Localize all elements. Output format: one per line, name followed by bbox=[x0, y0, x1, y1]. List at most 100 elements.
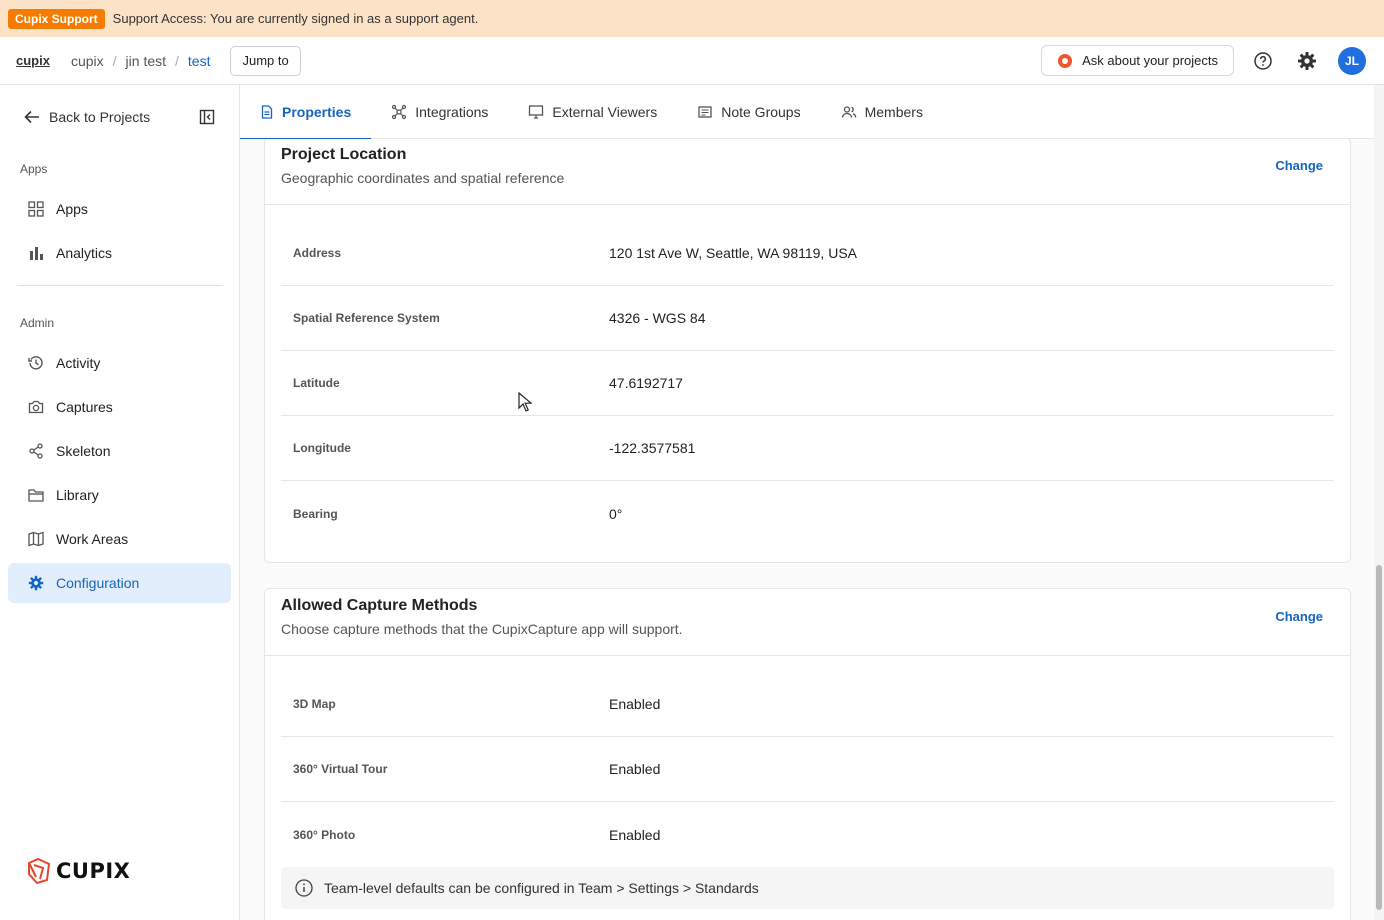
map-icon bbox=[28, 531, 44, 547]
grid-icon bbox=[28, 201, 44, 217]
property-row: Address 120 1st Ave W, Seattle, WA 98119… bbox=[281, 221, 1334, 286]
ai-assistant-icon bbox=[1058, 53, 1073, 68]
info-text: Team-level defaults can be configured in… bbox=[324, 880, 759, 896]
support-badge: Cupix Support bbox=[8, 8, 105, 29]
jump-to-button[interactable]: Jump to bbox=[230, 45, 301, 76]
folder-icon bbox=[28, 487, 44, 503]
tab-integrations[interactable]: Integrations bbox=[371, 85, 508, 139]
org-link[interactable]: cupix bbox=[16, 53, 50, 68]
sidebar-item-label: Apps bbox=[56, 201, 88, 217]
admin-section-label: Admin bbox=[20, 316, 55, 330]
notes-icon bbox=[697, 104, 713, 120]
property-value: 120 1st Ave W, Seattle, WA 98119, USA bbox=[609, 245, 857, 261]
property-label: 360° Virtual Tour bbox=[293, 762, 388, 776]
property-label: Latitude bbox=[293, 376, 340, 390]
people-icon bbox=[841, 104, 857, 120]
sidebar-item-library[interactable]: Library bbox=[8, 475, 231, 515]
property-row: Spatial Reference System 4326 - WGS 84 bbox=[281, 286, 1334, 351]
top-nav: cupix cupix / jin test / test Jump to As… bbox=[0, 37, 1384, 85]
sidebar-item-label: Library bbox=[56, 487, 99, 503]
sidebar-item-label: Activity bbox=[56, 355, 101, 371]
card-header: Allowed Capture Methods Choose capture m… bbox=[265, 589, 1350, 656]
breadcrumb-project[interactable]: test bbox=[188, 53, 211, 69]
property-value: Enabled bbox=[609, 761, 661, 777]
tab-note-groups[interactable]: Note Groups bbox=[677, 85, 820, 139]
sidebar-item-label: Work Areas bbox=[56, 531, 129, 547]
property-row: Bearing 0° bbox=[281, 481, 1334, 546]
sidebar: Back to Projects Apps Apps Analytics Adm… bbox=[0, 85, 240, 920]
settings-gear-icon[interactable] bbox=[1294, 48, 1320, 74]
card-header: Project Location Geographic coordinates … bbox=[265, 139, 1350, 205]
project-tabs: Properties Integrations External Viewers… bbox=[240, 85, 1374, 140]
page-scrollbar[interactable] bbox=[1374, 85, 1384, 920]
tab-members[interactable]: Members bbox=[821, 85, 943, 139]
sidebar-divider bbox=[17, 285, 223, 286]
property-label: Bearing bbox=[293, 506, 338, 521]
property-row: Longitude -122.3577581 bbox=[281, 416, 1334, 481]
change-capture-methods-button[interactable]: Change bbox=[1275, 609, 1323, 624]
share-nodes-icon bbox=[28, 443, 44, 459]
change-location-button[interactable]: Change bbox=[1275, 158, 1323, 173]
breadcrumb-org[interactable]: cupix bbox=[71, 53, 104, 69]
sidebar-item-work-areas[interactable]: Work Areas bbox=[8, 519, 231, 559]
breadcrumb: cupix cupix / jin test / test bbox=[0, 53, 210, 69]
tab-properties[interactable]: Properties bbox=[240, 85, 372, 140]
card-subtitle: Geographic coordinates and spatial refer… bbox=[281, 170, 565, 186]
breadcrumb-separator: / bbox=[112, 52, 117, 69]
arrow-left-icon bbox=[24, 110, 39, 124]
sidebar-item-configuration[interactable]: Configuration bbox=[8, 563, 231, 603]
sidebar-item-skeleton[interactable]: Skeleton bbox=[8, 431, 231, 471]
cupix-logo: CUPIX bbox=[26, 857, 130, 885]
tab-label: Integrations bbox=[415, 104, 489, 120]
property-value: -122.3577581 bbox=[609, 440, 696, 456]
property-row: Latitude 47.6192717 bbox=[281, 351, 1334, 416]
property-label: Longitude bbox=[293, 441, 351, 455]
property-label: Address bbox=[293, 246, 342, 260]
document-icon bbox=[260, 105, 274, 119]
info-icon bbox=[295, 879, 313, 897]
card-subtitle: Choose capture methods that the CupixCap… bbox=[281, 621, 683, 637]
tab-label: Note Groups bbox=[721, 104, 801, 120]
capture-rows: 3D Map Enabled 360° Virtual Tour Enabled… bbox=[265, 656, 1350, 867]
property-value: 0° bbox=[609, 505, 623, 522]
property-value: Enabled bbox=[609, 826, 661, 843]
breadcrumb-team[interactable]: jin test bbox=[126, 53, 166, 69]
card-title: Project Location bbox=[281, 146, 407, 163]
back-to-projects-link[interactable]: Back to Projects bbox=[24, 109, 150, 125]
tab-label: Members bbox=[864, 104, 923, 120]
sidebar-item-label: Configuration bbox=[56, 575, 140, 591]
property-row: 3D Map Enabled bbox=[281, 672, 1334, 737]
location-rows: Address 120 1st Ave W, Seattle, WA 98119… bbox=[265, 205, 1350, 546]
user-avatar[interactable]: JL bbox=[1338, 46, 1366, 75]
ask-ai-button[interactable]: Ask about your projects bbox=[1041, 45, 1234, 76]
card-title: Allowed Capture Methods bbox=[281, 597, 478, 614]
property-value: Enabled bbox=[609, 696, 661, 712]
tab-label: External Viewers bbox=[552, 104, 658, 120]
mouse-cursor-icon bbox=[518, 391, 533, 417]
support-message: Support Access: You are currently signed… bbox=[112, 11, 479, 26]
cupix-logo-text: CUPIX bbox=[56, 859, 131, 883]
sidebar-item-activity[interactable]: Activity bbox=[8, 343, 231, 383]
sidebar-item-captures[interactable]: Captures bbox=[8, 387, 231, 427]
team-defaults-info: Team-level defaults can be configured in… bbox=[281, 867, 1334, 909]
property-row: 360° Virtual Tour Enabled bbox=[281, 737, 1334, 802]
help-icon[interactable] bbox=[1250, 48, 1276, 74]
monitor-icon bbox=[528, 104, 544, 120]
property-value: 47.6192717 bbox=[609, 375, 683, 391]
sidebar-item-label: Analytics bbox=[56, 245, 113, 261]
sidebar-item-label: Skeleton bbox=[56, 443, 111, 459]
support-banner: Cupix Support Support Access: You are cu… bbox=[0, 0, 1384, 37]
sidebar-item-analytics[interactable]: Analytics bbox=[8, 233, 231, 273]
property-label: 3D Map bbox=[293, 697, 336, 711]
collapse-sidebar-icon[interactable] bbox=[199, 109, 215, 130]
property-row: 360° Photo Enabled bbox=[281, 802, 1334, 867]
tab-label: Properties bbox=[282, 104, 352, 120]
scrollbar-thumb[interactable] bbox=[1376, 565, 1382, 910]
tab-external-viewers[interactable]: External Viewers bbox=[508, 85, 677, 139]
allowed-capture-methods-card: Allowed Capture Methods Choose capture m… bbox=[264, 588, 1351, 920]
gear-icon bbox=[28, 575, 44, 591]
hub-icon bbox=[391, 104, 407, 120]
sidebar-item-apps[interactable]: Apps bbox=[8, 189, 231, 229]
camera-icon bbox=[28, 399, 44, 415]
content-area: Project Location Geographic coordinates … bbox=[240, 139, 1374, 920]
